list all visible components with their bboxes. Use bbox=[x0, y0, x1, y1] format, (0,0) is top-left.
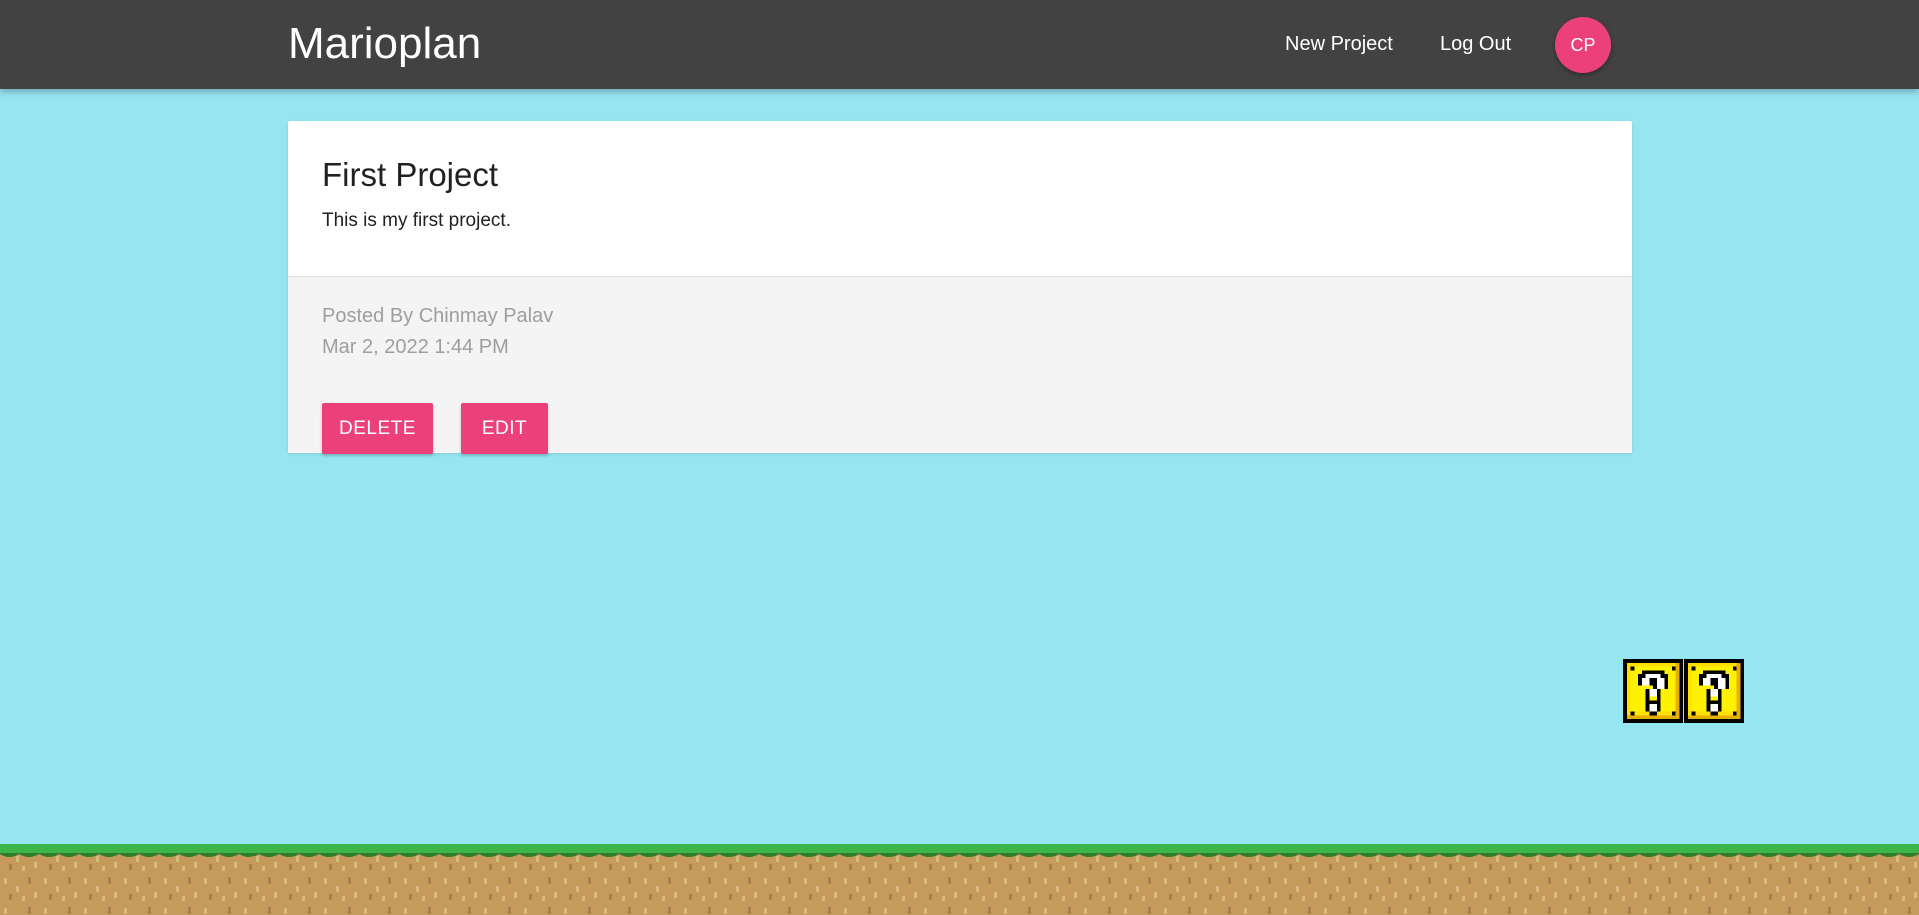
project-content: First Project This is my first project. bbox=[288, 121, 1632, 276]
question-block-icon bbox=[1623, 659, 1683, 723]
new-project-link[interactable]: New Project bbox=[1285, 33, 1393, 56]
navbar: Marioplan New Project Log Out CP bbox=[0, 0, 1919, 89]
posted-by-text: Posted By Chinmay Palav bbox=[322, 305, 554, 327]
project-meta-section: Posted By Chinmay Palav Mar 2, 2022 1:44… bbox=[288, 276, 1632, 454]
log-out-link[interactable]: Log Out bbox=[1440, 33, 1511, 56]
project-body: This is my first project. bbox=[322, 210, 511, 231]
delete-button[interactable]: DELETE bbox=[322, 403, 433, 454]
brand-logo-link[interactable]: Marioplan bbox=[288, 18, 481, 70]
user-avatar[interactable]: CP bbox=[1555, 17, 1611, 73]
project-details-card: First Project This is my first project. … bbox=[288, 121, 1632, 454]
edit-button[interactable]: EDIT bbox=[461, 403, 548, 454]
project-title: First Project bbox=[322, 156, 499, 193]
grass-ground-icon bbox=[0, 844, 1919, 915]
post-timestamp: Mar 2, 2022 1:44 PM bbox=[322, 336, 509, 358]
question-block-icon bbox=[1684, 659, 1744, 723]
